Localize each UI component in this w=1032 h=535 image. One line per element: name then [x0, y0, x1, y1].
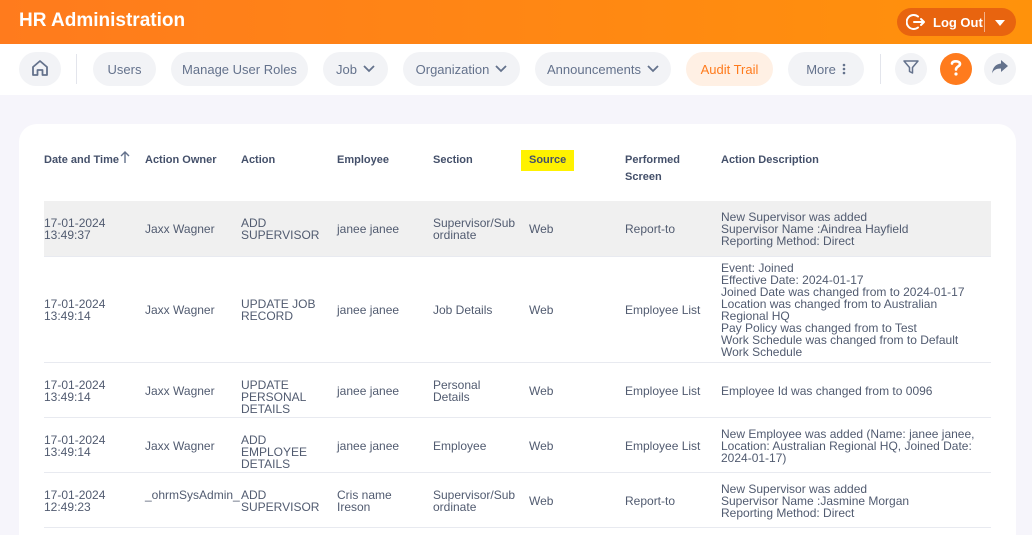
app-title: HR Administration: [19, 10, 186, 31]
description-line: 2024-01-17): [721, 451, 787, 465]
chevron-down-icon: [363, 65, 375, 73]
cell-source: Web: [529, 439, 554, 453]
tab-audit-trail[interactable]: Audit Trail: [686, 52, 773, 86]
caret-down-icon[interactable]: [993, 16, 1007, 30]
share-button[interactable]: [984, 53, 1016, 85]
tab-organization[interactable]: Organization: [403, 52, 520, 86]
cell-owner: Jaxx Wagner: [145, 222, 215, 236]
tab-announcements[interactable]: Announcements: [535, 52, 671, 86]
logout-button[interactable]: Log Out: [897, 8, 1016, 36]
cell-screen: Employee List: [625, 439, 701, 453]
home-button[interactable]: [19, 52, 61, 86]
table-row[interactable]: 17-01-2024 13:49:14 Jaxx Wagner ADD EMPLOY…: [44, 418, 991, 473]
home-icon: [30, 58, 50, 81]
description-line: Employee Id was changed from to 0096: [721, 384, 933, 398]
cell-action: ADD SUPERVISOR: [241, 216, 320, 242]
cell-owner: Jaxx Wagner: [145, 303, 215, 317]
cell-description: New Supervisor was added Supervisor Name …: [721, 483, 986, 519]
cell-section: Employee: [433, 439, 487, 453]
description-line: Reporting Method: Direct: [721, 506, 855, 520]
nav-divider: [76, 54, 77, 84]
tab-organization-label: Organization: [415, 61, 490, 77]
chevron-down-icon: [647, 65, 659, 73]
chevron-down-icon: [495, 65, 507, 73]
cell-datetime: 17-01-2024 12:49:23: [44, 488, 106, 514]
sort-arrow-up-icon[interactable]: [119, 150, 131, 169]
tab-manage-user-roles-label: Manage User Roles: [182, 61, 297, 77]
top-bar: HR Administration Log Out: [0, 0, 1032, 44]
question-mark-icon: [947, 57, 965, 82]
table-row[interactable]: 17-01-2024 13:49:14 Jaxx Wagner UPDATE PER…: [44, 363, 991, 418]
header-action: Action: [241, 154, 276, 166]
cell-employee: janee janee: [337, 303, 400, 317]
header-action-description: Action Description: [721, 154, 819, 166]
tab-users[interactable]: Users: [93, 52, 156, 86]
description-line: Work Schedule: [721, 345, 803, 359]
tab-announcements-label: Announcements: [547, 61, 641, 77]
nav-divider: [880, 54, 881, 84]
logout-label: Log Out: [933, 14, 983, 30]
tab-users-label: Users: [107, 61, 142, 77]
help-button[interactable]: [940, 53, 972, 85]
filter-icon: [902, 58, 920, 81]
more-vertical-icon: [842, 63, 846, 75]
cell-datetime: 17-01-2024 13:49:14: [44, 378, 106, 404]
cell-action: UPDATE PERSONAL DETAILS: [241, 378, 306, 416]
logout-icon: [906, 12, 926, 32]
logout-divider: [984, 12, 985, 32]
table-row[interactable]: 17-01-2024 13:49:37 Jaxx Wagner ADD SUPERV…: [44, 201, 991, 257]
header-employee: Employee: [337, 154, 389, 166]
table-row[interactable]: 17-01-2024 12:49:23 _ohrmSysAdmin_ ADD SUP…: [44, 473, 991, 528]
tab-more-label: More: [806, 61, 836, 77]
header-date-and-time[interactable]: Date and Time: [44, 152, 119, 169]
cell-description: Event: Joined Effective Date: 2024-01-17 J…: [721, 262, 986, 358]
description-line: Reporting Method: Direct: [721, 234, 855, 248]
cell-section: Personal Details: [433, 378, 481, 404]
cell-description: Employee Id was changed from to 0096: [721, 385, 986, 397]
cell-employee: janee janee: [337, 439, 400, 453]
cell-employee: janee janee: [337, 222, 400, 236]
cell-owner: Jaxx Wagner: [145, 384, 215, 398]
cell-action: ADD EMPLOYEE DETAILS: [241, 433, 308, 471]
cell-source: Web: [529, 222, 554, 236]
cell-section: Job Details: [433, 303, 493, 317]
cell-employee: janee janee: [337, 384, 400, 398]
cell-screen: Employee List: [625, 384, 701, 398]
tab-manage-user-roles[interactable]: Manage User Roles: [171, 52, 308, 86]
cell-description: New Supervisor was added Supervisor Name …: [721, 211, 986, 247]
cell-owner: _ohrmSysAdmin_: [145, 488, 240, 502]
cell-source: Web: [529, 494, 554, 508]
header-action-owner: Action Owner: [145, 154, 217, 166]
cell-datetime: 17-01-2024 13:49:14: [44, 297, 106, 323]
filter-button[interactable]: [895, 53, 927, 85]
nav-bar: Users Manage User Roles Job Organization…: [0, 44, 1032, 95]
cell-datetime: 17-01-2024 13:49:14: [44, 433, 106, 459]
cell-screen: Report-to: [625, 494, 676, 508]
share-arrow-icon: [990, 58, 1010, 81]
tab-job-label: Job: [336, 61, 357, 77]
table-row[interactable]: 17-01-2024 13:49:14 Jaxx Wagner UPDATE JOB…: [44, 257, 991, 363]
cell-source: Web: [529, 303, 554, 317]
cell-section: Supervisor/Sub ordinate: [433, 216, 516, 242]
tab-job[interactable]: Job: [323, 52, 388, 86]
cell-action: UPDATE JOB RECORD: [241, 297, 316, 323]
header-section: Section: [433, 154, 473, 166]
cell-section: Supervisor/Sub ordinate: [433, 488, 516, 514]
tab-more[interactable]: More: [788, 52, 864, 86]
cell-datetime: 17-01-2024 13:49:37: [44, 216, 106, 242]
cell-screen: Report-to: [625, 222, 676, 236]
header-source: Source: [521, 150, 575, 171]
cell-screen: Employee List: [625, 303, 701, 317]
tab-audit-trail-label: Audit Trail: [700, 61, 759, 77]
cell-action: ADD SUPERVISOR: [241, 488, 320, 514]
header-performed-screen: Performed Screen: [625, 154, 681, 183]
cell-description: New Employee was added (Name: janee jane…: [721, 428, 986, 464]
cell-owner: Jaxx Wagner: [145, 439, 215, 453]
cell-employee: Cris name Ireson: [337, 488, 392, 514]
cell-source: Web: [529, 384, 554, 398]
